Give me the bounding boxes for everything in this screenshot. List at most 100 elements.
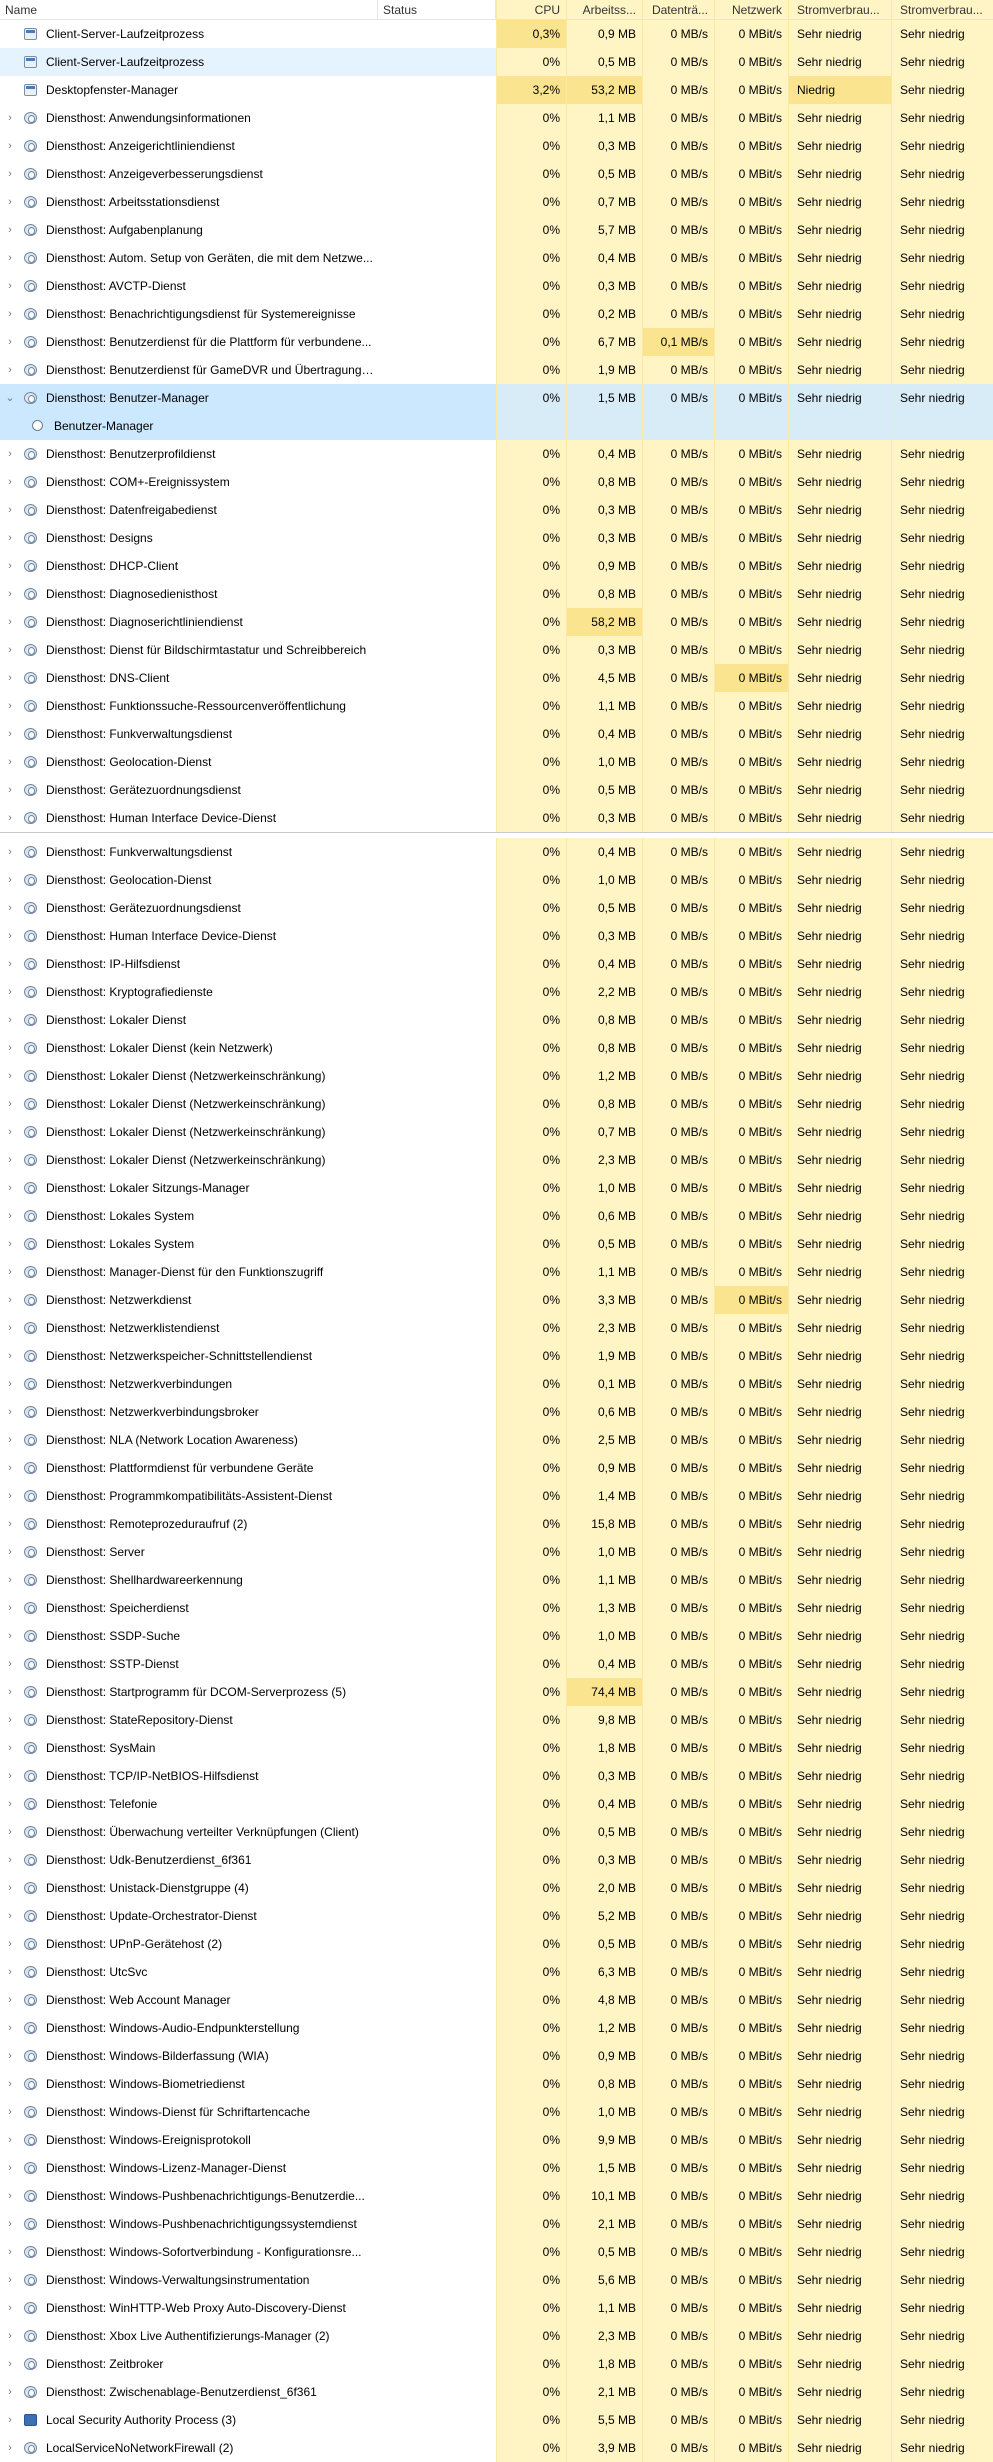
process-row[interactable]: › Diensthost: Lokales System 0% 0,6 MB 0 MB/… bbox=[0, 1202, 993, 1230]
chevron-right-icon[interactable]: › bbox=[4, 272, 16, 300]
chevron-right-icon[interactable]: › bbox=[4, 2406, 16, 2434]
chevron-right-icon[interactable]: › bbox=[4, 692, 16, 720]
chevron-right-icon[interactable]: › bbox=[4, 1958, 16, 1986]
process-row[interactable]: › Diensthost: Netzwerkspeicher-Schnittste… bbox=[0, 1342, 993, 1370]
chevron-down-icon[interactable]: ⌄ bbox=[4, 384, 16, 412]
process-row[interactable]: › Diensthost: Unistack-Dienstgruppe (4) 0%… bbox=[0, 1874, 993, 1902]
chevron-right-icon[interactable]: › bbox=[4, 2266, 16, 2294]
chevron-right-icon[interactable]: › bbox=[4, 356, 16, 384]
chevron-right-icon[interactable]: › bbox=[4, 1426, 16, 1454]
process-row[interactable]: › Diensthost: Windows-Ereignisprotokoll 0%… bbox=[0, 2126, 993, 2154]
column-header-cpu[interactable]: CPU bbox=[496, 0, 566, 19]
chevron-right-icon[interactable]: › bbox=[4, 1286, 16, 1314]
process-row[interactable]: › Diensthost: Aufgabenplanung 0% 5,7 MB 0 MB… bbox=[0, 216, 993, 244]
chevron-right-icon[interactable]: › bbox=[4, 748, 16, 776]
process-row[interactable]: › Diensthost: Funkverwaltungsdienst 0% 0,4 … bbox=[0, 720, 993, 748]
process-row[interactable]: › Diensthost: Diagnosedienisthost 0% 0,8 MB… bbox=[0, 580, 993, 608]
chevron-right-icon[interactable]: › bbox=[4, 188, 16, 216]
process-row[interactable]: › Local Security Authority Process (3) 0% 5… bbox=[0, 2406, 993, 2434]
chevron-right-icon[interactable]: › bbox=[4, 2434, 16, 2462]
process-row[interactable]: › Diensthost: SysMain 0% 1,8 MB 0 MB/s 0 MBit… bbox=[0, 1734, 993, 1762]
process-row[interactable]: › Diensthost: UPnP-Gerätehost (2) 0% 0,5 MB… bbox=[0, 1930, 993, 1958]
chevron-right-icon[interactable]: › bbox=[4, 1314, 16, 1342]
chevron-right-icon[interactable]: › bbox=[4, 1538, 16, 1566]
chevron-right-icon[interactable]: › bbox=[4, 636, 16, 664]
chevron-right-icon[interactable]: › bbox=[4, 1622, 16, 1650]
chevron-right-icon[interactable]: › bbox=[4, 132, 16, 160]
chevron-right-icon[interactable]: › bbox=[4, 1986, 16, 2014]
chevron-right-icon[interactable]: › bbox=[4, 1202, 16, 1230]
process-row[interactable]: › Diensthost: Windows-Sofortverbindung - … bbox=[0, 2238, 993, 2266]
process-row[interactable]: › Diensthost: Shellhardwareerkennung 0% 1,1… bbox=[0, 1566, 993, 1594]
chevron-right-icon[interactable]: › bbox=[4, 1062, 16, 1090]
process-row[interactable]: Client-Server-Laufzeitprozess 0% 0,5 MB 0 M… bbox=[0, 48, 993, 76]
process-row[interactable]: › Diensthost: Datenfreigabedienst 0% 0,3 MB… bbox=[0, 496, 993, 524]
process-row[interactable]: › Diensthost: Überwachung verteilter Verk… bbox=[0, 1818, 993, 1846]
process-row[interactable]: › Diensthost: Programmkompatibilitäts-Ass… bbox=[0, 1482, 993, 1510]
child-process-row[interactable]: Benutzer-Manager bbox=[0, 412, 993, 440]
chevron-right-icon[interactable]: › bbox=[4, 2210, 16, 2238]
chevron-right-icon[interactable]: › bbox=[4, 1146, 16, 1174]
chevron-right-icon[interactable]: › bbox=[4, 838, 16, 866]
chevron-right-icon[interactable]: › bbox=[4, 1482, 16, 1510]
chevron-right-icon[interactable]: › bbox=[4, 2154, 16, 2182]
process-row[interactable]: › Diensthost: Zwischenablage-Benutzerdien… bbox=[0, 2378, 993, 2406]
chevron-right-icon[interactable]: › bbox=[4, 1930, 16, 1958]
chevron-right-icon[interactable]: › bbox=[4, 1762, 16, 1790]
process-row[interactable]: › Diensthost: Update-Orchestrator-Dienst 0… bbox=[0, 1902, 993, 1930]
chevron-right-icon[interactable]: › bbox=[4, 1510, 16, 1538]
process-row[interactable]: › Diensthost: Gerätezuordnungsdienst 0% 0,5… bbox=[0, 776, 993, 804]
chevron-right-icon[interactable]: › bbox=[4, 2098, 16, 2126]
process-row[interactable]: › Diensthost: Autom. Setup von Geräten, d… bbox=[0, 244, 993, 272]
column-header-memory[interactable]: Arbeitss... bbox=[566, 0, 642, 19]
chevron-right-icon[interactable]: › bbox=[4, 2014, 16, 2042]
chevron-right-icon[interactable]: › bbox=[4, 216, 16, 244]
chevron-right-icon[interactable]: › bbox=[4, 664, 16, 692]
process-row[interactable]: › Diensthost: Lokaler Dienst 0% 0,8 MB 0 MB/… bbox=[0, 1006, 993, 1034]
process-row[interactable]: › Diensthost: SSTP-Dienst 0% 0,4 MB 0 MB/s 0 … bbox=[0, 1650, 993, 1678]
chevron-right-icon[interactable]: › bbox=[4, 440, 16, 468]
chevron-right-icon[interactable]: › bbox=[4, 300, 16, 328]
column-header-disk[interactable]: Datenträ... bbox=[642, 0, 714, 19]
chevron-right-icon[interactable]: › bbox=[4, 2042, 16, 2070]
process-row[interactable]: › Diensthost: TCP/IP-NetBIOS-Hilfsdienst 0… bbox=[0, 1762, 993, 1790]
chevron-right-icon[interactable]: › bbox=[4, 2294, 16, 2322]
chevron-right-icon[interactable]: › bbox=[4, 1118, 16, 1146]
process-row[interactable]: Client-Server-Laufzeitprozess 0,3% 0,9 MB 0… bbox=[0, 20, 993, 48]
process-row[interactable]: › Diensthost: Manager-Dienst für den Funk… bbox=[0, 1258, 993, 1286]
process-row[interactable]: ⌄ Diensthost: Benutzer-Manager 0% 1,5 MB 0 M… bbox=[0, 384, 993, 412]
chevron-right-icon[interactable]: › bbox=[4, 496, 16, 524]
chevron-right-icon[interactable]: › bbox=[4, 2378, 16, 2406]
chevron-right-icon[interactable]: › bbox=[4, 1706, 16, 1734]
chevron-right-icon[interactable]: › bbox=[4, 1818, 16, 1846]
column-header-name[interactable]: Name bbox=[0, 0, 378, 19]
process-row[interactable]: › Diensthost: Anzeigerichtliniendienst 0% 0… bbox=[0, 132, 993, 160]
process-row[interactable]: › LocalServiceNoNetworkFirewall (2) 0% 3,9 … bbox=[0, 2434, 993, 2462]
chevron-right-icon[interactable]: › bbox=[4, 1594, 16, 1622]
process-row[interactable]: › Diensthost: Netzwerkverbindungsbroker 0%… bbox=[0, 1398, 993, 1426]
process-row[interactable]: › Diensthost: Designs 0% 0,3 MB 0 MB/s 0 MBit… bbox=[0, 524, 993, 552]
process-row[interactable]: › Diensthost: Lokaler Dienst (Netzwerkein… bbox=[0, 1146, 993, 1174]
chevron-right-icon[interactable]: › bbox=[4, 1790, 16, 1818]
chevron-right-icon[interactable]: › bbox=[4, 720, 16, 748]
process-row[interactable]: › Diensthost: Speicherdienst 0% 1,3 MB 0 MB/… bbox=[0, 1594, 993, 1622]
process-row[interactable]: › Diensthost: DHCP-Client 0% 0,9 MB 0 MB/s 0 … bbox=[0, 552, 993, 580]
process-row[interactable]: › Diensthost: Lokaler Dienst (Netzwerkein… bbox=[0, 1090, 993, 1118]
process-row[interactable]: › Diensthost: Windows-Bilderfassung (WIA)… bbox=[0, 2042, 993, 2070]
process-row[interactable]: › Diensthost: DNS-Client 0% 4,5 MB 0 MB/s 0 M… bbox=[0, 664, 993, 692]
process-row[interactable]: › Diensthost: Lokaler Dienst (Netzwerkein… bbox=[0, 1062, 993, 1090]
process-row[interactable]: › Diensthost: Windows-Audio-Endpunkterste… bbox=[0, 2014, 993, 2042]
chevron-right-icon[interactable]: › bbox=[4, 894, 16, 922]
chevron-right-icon[interactable]: › bbox=[4, 1258, 16, 1286]
process-row[interactable]: › Diensthost: Netzwerkverbindungen 0% 0,1 M… bbox=[0, 1370, 993, 1398]
chevron-right-icon[interactable]: › bbox=[4, 1846, 16, 1874]
process-row[interactable]: › Diensthost: Telefonie 0% 0,4 MB 0 MB/s 0 MB… bbox=[0, 1790, 993, 1818]
process-row[interactable]: › Diensthost: Funkverwaltungsdienst 0% 0,4 … bbox=[0, 838, 993, 866]
chevron-right-icon[interactable]: › bbox=[4, 2070, 16, 2098]
process-row[interactable]: › Diensthost: StateRepository-Dienst 0% 9,8… bbox=[0, 1706, 993, 1734]
chevron-right-icon[interactable]: › bbox=[4, 1734, 16, 1762]
chevron-right-icon[interactable]: › bbox=[4, 104, 16, 132]
column-header-status[interactable]: Status bbox=[378, 0, 496, 19]
process-row[interactable]: › Diensthost: Plattformdienst für verbund… bbox=[0, 1454, 993, 1482]
process-row[interactable]: › Diensthost: Lokales System 0% 0,5 MB 0 MB/… bbox=[0, 1230, 993, 1258]
